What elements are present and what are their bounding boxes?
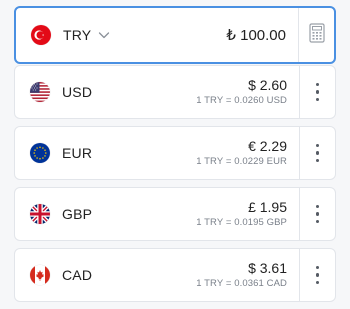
converted-amount: $ 2.60 xyxy=(248,77,287,93)
currency-code: CAD xyxy=(62,267,93,283)
row-menu xyxy=(299,188,335,240)
base-currency-code[interactable]: TRY xyxy=(63,27,91,43)
exchange-rate: 1 TRY = 0.0361 CAD xyxy=(196,278,287,289)
currency-row-usd[interactable]: USD $ 2.60 1 TRY = 0.0260 USD xyxy=(14,65,336,119)
currency-code: EUR xyxy=(62,145,93,161)
more-options-icon[interactable] xyxy=(308,260,328,290)
currency-values: € 2.29 1 TRY = 0.0229 EUR xyxy=(196,138,287,168)
more-options-icon[interactable] xyxy=(308,199,328,229)
currency-row-main[interactable]: GBP £ 1.95 1 TRY = 0.0195 GBP xyxy=(15,188,299,240)
currency-row-eur[interactable]: EUR € 2.29 1 TRY = 0.0229 EUR xyxy=(14,126,336,180)
currency-list: TRY ₺ 100.00 USD $ 2.60 1 TRY = 0.0260 U… xyxy=(0,0,350,309)
eu-flag-icon xyxy=(30,143,50,163)
calculator-icon[interactable] xyxy=(308,22,325,48)
uk-flag-icon xyxy=(30,204,50,224)
base-amount-input[interactable]: ₺ 100.00 xyxy=(226,26,286,44)
exchange-rate: 1 TRY = 0.0260 USD xyxy=(196,95,287,106)
currency-row-gbp[interactable]: GBP £ 1.95 1 TRY = 0.0195 GBP xyxy=(14,187,336,241)
more-options-icon[interactable] xyxy=(308,77,328,107)
currency-row-main[interactable]: CAD $ 3.61 1 TRY = 0.0361 CAD xyxy=(15,249,299,301)
exchange-rate: 1 TRY = 0.0195 GBP xyxy=(196,217,287,228)
converted-amount: $ 3.61 xyxy=(248,260,287,276)
base-currency-row: TRY ₺ 100.00 xyxy=(14,6,336,64)
turkey-flag-icon xyxy=(31,25,51,45)
currency-values: £ 1.95 1 TRY = 0.0195 GBP xyxy=(196,199,287,229)
currency-row-main[interactable]: USD $ 2.60 1 TRY = 0.0260 USD xyxy=(15,66,299,118)
currency-code: USD xyxy=(62,84,93,100)
row-menu xyxy=(299,127,335,179)
currency-row-main[interactable]: EUR € 2.29 1 TRY = 0.0229 EUR xyxy=(15,127,299,179)
currency-code: GBP xyxy=(62,206,93,222)
calculator-button[interactable] xyxy=(298,8,334,62)
chevron-down-icon[interactable] xyxy=(97,28,111,42)
currency-values: $ 2.60 1 TRY = 0.0260 USD xyxy=(196,77,287,107)
converted-amount: € 2.29 xyxy=(248,138,287,154)
usa-flag-icon xyxy=(30,82,50,102)
row-menu xyxy=(299,249,335,301)
currency-values: $ 3.61 1 TRY = 0.0361 CAD xyxy=(196,260,287,290)
currency-row-cad[interactable]: CAD $ 3.61 1 TRY = 0.0361 CAD xyxy=(14,248,336,302)
exchange-rate: 1 TRY = 0.0229 EUR xyxy=(196,156,287,167)
base-currency-main[interactable]: TRY ₺ 100.00 xyxy=(16,8,298,62)
converted-amount: £ 1.95 xyxy=(248,199,287,215)
canada-flag-icon xyxy=(30,265,50,285)
more-options-icon[interactable] xyxy=(308,138,328,168)
row-menu xyxy=(299,66,335,118)
